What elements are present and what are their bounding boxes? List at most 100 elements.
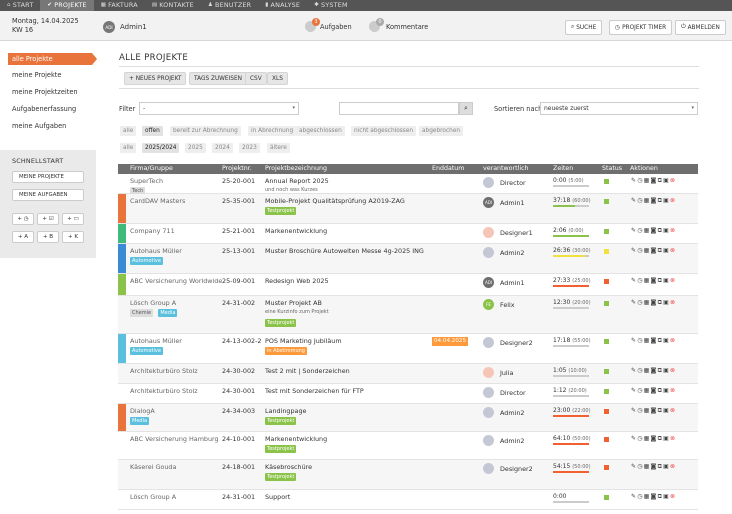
xls-export-button[interactable]: XLS (267, 72, 288, 85)
project-name[interactable]: Muster Projekt AB (265, 299, 322, 307)
col-responsible[interactable]: verantwortlich (483, 165, 529, 172)
table-row[interactable]: Company 711 25-21-001 Markenentwicklung Des… (118, 224, 698, 244)
calc-icon[interactable]: ▦ (644, 227, 651, 234)
delete-icon[interactable]: ⊗ (670, 227, 676, 234)
calc-icon[interactable]: ▦ (644, 277, 651, 284)
project-name[interactable]: Muster Broschüre Autowelten Messe 4g-202… (265, 247, 424, 255)
table-row[interactable]: CardDAV Masters 25-35-001 Mobile-Projekt Q… (118, 194, 698, 224)
nav-kontakte[interactable]: ▤ KONTAKTE (145, 0, 201, 11)
project-name[interactable]: Support (265, 493, 290, 501)
user-name[interactable]: Admin1 (120, 23, 147, 31)
archive-icon[interactable]: ▣ (663, 337, 670, 344)
tasks-label[interactable]: Aufgaben (320, 23, 352, 31)
table-row[interactable]: Käserei Gouda 24-18-001 Käsebroschüre Testp… (118, 460, 698, 490)
responsible-person[interactable]: Admin2 (500, 409, 524, 417)
responsible-person[interactable]: Admin2 (500, 249, 524, 257)
delete-icon[interactable]: ⊗ (670, 177, 676, 184)
delete-icon[interactable]: ⊗ (670, 277, 676, 284)
responsible-person[interactable]: Felix (500, 301, 515, 309)
nav-faktura[interactable]: ▦ FAKTURA (94, 0, 145, 11)
filter-chip[interactable]: ältere (267, 143, 290, 153)
search-input[interactable] (339, 102, 459, 115)
table-row[interactable]: Autohaus Müller Automotive 25-13-001 Muster… (118, 244, 698, 274)
nav-start[interactable]: ⌂ START (0, 0, 40, 11)
archive-icon[interactable]: ▣ (663, 227, 670, 234)
calc-icon[interactable]: ▦ (644, 337, 651, 344)
company-name[interactable]: Lösch Group A (130, 299, 176, 307)
quick-add-folder-button[interactable]: + ▭ (62, 213, 84, 225)
project-name[interactable]: Redesign Web 2025 (265, 277, 329, 285)
company-name[interactable]: SuperTech (130, 177, 163, 185)
bag-icon[interactable]: ◙ (651, 247, 658, 254)
company-name[interactable]: Lösch Group A (130, 493, 176, 501)
table-row[interactable]: SuperTech Tech 25-20-001 Annual Report 2025… (118, 174, 698, 195)
company-name[interactable]: Käserei Gouda (130, 463, 176, 471)
company-name[interactable]: DialogA (130, 407, 155, 415)
archive-icon[interactable]: ▣ (663, 277, 670, 284)
col-company[interactable]: Firma/Gruppe (130, 165, 173, 172)
table-row[interactable]: ABC Versicherung Hamburg 24-10-001 Markene… (118, 432, 698, 460)
delete-icon[interactable]: ⊗ (670, 435, 676, 442)
search-button[interactable]: ⌕ SUCHE (565, 20, 603, 35)
table-row[interactable]: Lösch Group A 24-31-001 Support 0:00 ✎◷▦◙⧉▣… (118, 490, 698, 510)
filter-chip[interactable]: bereit zur Abrechnung (170, 126, 241, 136)
quick-add-time-button[interactable]: + ◷ (12, 213, 34, 225)
filter-chip[interactable]: 2023 (239, 143, 260, 153)
project-timer-button[interactable]: ◷ PROJEKT TIMER (609, 20, 673, 35)
bag-icon[interactable]: ◙ (651, 493, 658, 500)
archive-icon[interactable]: ▣ (663, 407, 670, 414)
delete-icon[interactable]: ⊗ (670, 407, 676, 414)
archive-icon[interactable]: ▣ (663, 367, 670, 374)
nav-system[interactable]: ✱ SYSTEM (307, 0, 355, 11)
company-name[interactable]: Architekturbüro Stolz (130, 387, 198, 395)
company-name[interactable]: ABC Versicherung Worldwide (130, 277, 222, 285)
archive-icon[interactable]: ▣ (663, 435, 670, 442)
col-times[interactable]: Zeiten (553, 165, 573, 172)
calc-icon[interactable]: ▦ (644, 247, 651, 254)
delete-icon[interactable]: ⊗ (670, 387, 676, 394)
calc-icon[interactable]: ▦ (644, 463, 651, 470)
col-project-number[interactable]: Projektnr. (222, 165, 252, 172)
col-status[interactable]: Status (602, 165, 622, 172)
nav-projekte[interactable]: ✔ PROJEKTE (40, 0, 94, 11)
quick-add-k-button[interactable]: + K (62, 231, 84, 243)
table-row[interactable]: ABC Versicherung Worldwide 25-09-001 Redes… (118, 274, 698, 296)
sort-select[interactable]: neueste zuerst ▾ (540, 102, 698, 115)
company-name[interactable]: Company 711 (130, 227, 175, 235)
delete-icon[interactable]: ⊗ (670, 493, 676, 500)
archive-icon[interactable]: ▣ (663, 387, 670, 394)
table-row[interactable]: DialogA Media 24-34-003 Landingpage Testproj… (118, 404, 698, 432)
calc-icon[interactable]: ▦ (644, 435, 651, 442)
bag-icon[interactable]: ◙ (651, 277, 658, 284)
project-name[interactable]: POS Marketing Jubiläum (265, 337, 342, 345)
delete-icon[interactable]: ⊗ (670, 367, 676, 374)
filter-chip[interactable]: abgebrochen (419, 126, 464, 136)
calc-icon[interactable]: ▦ (644, 387, 651, 394)
archive-icon[interactable]: ▣ (663, 177, 670, 184)
company-name[interactable]: Architekturbüro Stolz (130, 367, 198, 375)
sidebar-item-task-entry[interactable]: Aufgabenerfassung (8, 103, 96, 115)
delete-icon[interactable]: ⊗ (670, 299, 676, 306)
project-name[interactable]: Markenentwicklung (265, 227, 327, 235)
filter-chip[interactable]: 2025 (185, 143, 206, 153)
responsible-person[interactable]: Director (500, 389, 526, 397)
sidebar-item-my-project-times[interactable]: meine Projektzeiten (8, 86, 96, 98)
archive-icon[interactable]: ▣ (663, 493, 670, 500)
filter-chip[interactable]: 2025/2024 (142, 143, 180, 153)
search-submit-button[interactable]: ⌕ (459, 102, 473, 115)
csv-export-button[interactable]: CSV (245, 72, 267, 85)
user-avatar[interactable]: ADI (103, 21, 115, 33)
calc-icon[interactable]: ▦ (644, 493, 651, 500)
bag-icon[interactable]: ◙ (651, 299, 658, 306)
responsible-person[interactable]: Admin1 (500, 199, 524, 207)
quick-add-task-button[interactable]: + ☑ (37, 213, 59, 225)
bag-icon[interactable]: ◙ (651, 197, 658, 204)
company-name[interactable]: Autohaus Müller (130, 337, 182, 345)
filter-chip[interactable]: in Abrechnung (248, 126, 297, 136)
calc-icon[interactable]: ▦ (644, 367, 651, 374)
filter-chip[interactable]: 2024 (212, 143, 233, 153)
company-name[interactable]: ABC Versicherung Hamburg (130, 435, 219, 443)
sidebar-item-my-projects[interactable]: meine Projekte (8, 69, 96, 81)
company-name[interactable]: Autohaus Müller (130, 247, 182, 255)
quick-my-projects-button[interactable]: MEINE PROJEKTE (12, 171, 84, 183)
